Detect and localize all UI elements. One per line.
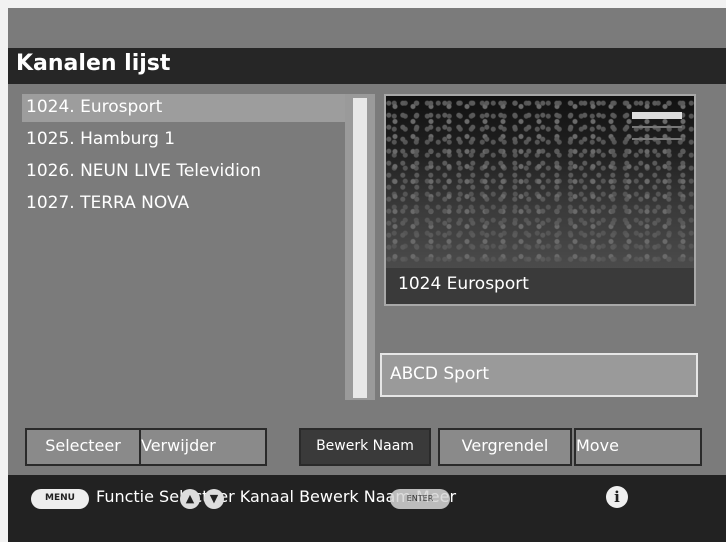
preview-caption: 1024 Eurosport [386, 268, 694, 304]
lock-button[interactable]: Vergrendel [438, 428, 572, 466]
channel-item-1024[interactable]: 1024. Eurosport [22, 94, 352, 122]
preview-video [386, 96, 694, 268]
select-button[interactable]: Selecteer [25, 428, 141, 466]
page-title: Kanalen lijst [8, 48, 726, 84]
edit-name-button[interactable]: Bewerk Naam [299, 428, 431, 466]
channel-item-1025[interactable]: 1025. Hamburg 1 [22, 126, 352, 154]
channel-item-1027[interactable]: 1027. TERRA NOVA [22, 190, 352, 218]
scrollbar-thumb[interactable] [353, 98, 367, 398]
footer-help-bar: MENU Functie Selecteer Kanaal Bewerk Naa… [8, 475, 726, 542]
score-overlay-icon [632, 126, 682, 140]
up-arrow-icon: ▲ [180, 489, 200, 509]
delete-button[interactable]: Verwijder [139, 428, 267, 466]
enter-key-icon: ENTER [390, 489, 450, 509]
menu-key-icon: MENU [31, 489, 89, 509]
move-button[interactable]: Move [574, 428, 702, 466]
channel-list: 1024. Eurosport 1025. Hamburg 1 1026. NE… [22, 94, 352, 394]
channel-item-1026[interactable]: 1026. NEUN LIVE Televidion [22, 158, 352, 186]
down-arrow-icon: ▼ [204, 489, 224, 509]
info-icon[interactable]: i [606, 486, 628, 508]
channel-list-scrollbar[interactable] [345, 94, 375, 400]
channel-name-field[interactable]: ABCD Sport [380, 353, 698, 397]
broadcaster-logo-icon [632, 112, 682, 119]
channel-list-screen: Kanalen lijst 1024. Eurosport 1025. Hamb… [8, 8, 726, 542]
channel-preview: 1024 Eurosport [384, 94, 696, 306]
